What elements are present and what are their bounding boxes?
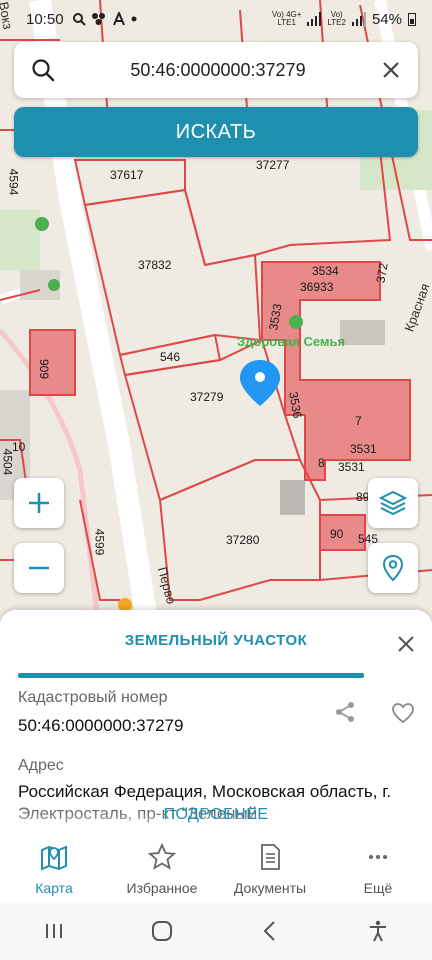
battery-level: 54%	[371, 10, 402, 28]
address-label: Адрес	[18, 757, 64, 774]
nav-label: Ещё	[363, 880, 393, 896]
parcel-label: 36933	[300, 280, 334, 294]
nav-label: Карта	[35, 880, 73, 896]
accessibility-button[interactable]	[358, 911, 398, 951]
back-button[interactable]	[250, 911, 290, 951]
parcel-label: 8	[318, 456, 325, 470]
poi-marker	[35, 217, 49, 231]
layers-button[interactable]	[368, 478, 418, 528]
search-bar	[14, 42, 418, 98]
my-location-button[interactable]	[368, 543, 418, 593]
minus-icon	[29, 566, 49, 570]
document-icon	[261, 844, 280, 870]
status-time: 10:50	[26, 10, 64, 28]
building	[280, 480, 305, 515]
clear-search-icon[interactable]	[380, 59, 402, 81]
parcel-label: 37279	[190, 390, 224, 404]
poi-marker	[48, 279, 60, 291]
system-navigation	[0, 902, 432, 960]
cadastral-number-value: 50:46:0000000:37279	[18, 716, 184, 735]
home-icon	[152, 921, 172, 941]
battery-icon	[408, 13, 416, 26]
home-button[interactable]	[142, 911, 182, 951]
star-icon	[147, 842, 177, 870]
zoom-in-button[interactable]	[14, 478, 64, 528]
more-details-link[interactable]: ПОДРОБНЕЕ	[0, 806, 432, 824]
location-icon	[382, 554, 404, 582]
red-building	[261, 261, 411, 481]
nav-item-favorites[interactable]: Избранное	[108, 842, 216, 902]
cadastral-number-label: Кадастровый номер	[18, 689, 168, 706]
status-right: Vo) 4G+ LTE1 Vo) LTE2 54%	[272, 11, 416, 28]
poi-label[interactable]: Здоровая Семья	[237, 334, 345, 349]
parcel-label: 4594	[6, 168, 21, 196]
parcel-info-sheet: ЗЕМЕЛЬНЫЙ УЧАСТОК Кадастровый номер 50:4…	[0, 610, 432, 842]
search-notification-icon	[72, 13, 86, 26]
building	[340, 320, 385, 345]
parcel-label: 7	[355, 414, 362, 428]
parcel-label: 4599	[92, 528, 107, 556]
search-input[interactable]	[56, 59, 380, 81]
nav-item-more[interactable]: Ещё	[324, 842, 432, 902]
search-button[interactable]: ИСКАТЬ	[14, 107, 418, 157]
parcel-label: 37832	[138, 258, 172, 272]
green-area	[0, 210, 40, 270]
layers-icon	[378, 490, 408, 516]
signal-icon-2	[351, 12, 366, 26]
back-icon	[263, 921, 275, 941]
bottom-navigation: Карта Избранное Документы Ещё	[0, 842, 432, 902]
parcel-label: 37617	[110, 168, 144, 182]
sheet-divider	[18, 673, 364, 678]
zoom-out-button[interactable]	[14, 543, 64, 593]
font-notification-icon	[112, 12, 125, 26]
sheet-title: ЗЕМЕЛЬНЫЙ УЧАСТОК	[124, 632, 308, 649]
dot-icon	[131, 16, 137, 22]
app-notification-icon	[91, 13, 105, 25]
parcel-label: 3531	[338, 460, 365, 474]
location-pin-icon[interactable]	[240, 360, 280, 406]
net1: Vo) 4G+ LTE1	[271, 10, 302, 27]
nav-item-documents[interactable]: Документы	[216, 842, 324, 902]
parcel-label: 10	[12, 440, 26, 454]
parcel-label: 909	[37, 358, 52, 380]
parcel-label: 90	[330, 527, 344, 541]
parcel-label: 3534	[312, 264, 339, 278]
nav-label: Избранное	[126, 880, 198, 896]
recent-apps-icon	[46, 924, 62, 938]
net2: Vo) LTE2	[327, 10, 346, 27]
status-bar: 10:50 Vo) 4G+ LTE1 Vo) LTE2 54%	[0, 0, 432, 38]
parcel-label: 37280	[226, 533, 260, 547]
parcel-label: 546	[160, 350, 181, 364]
nav-label: Документы	[233, 880, 307, 896]
plus-icon	[29, 493, 49, 513]
heart-icon[interactable]	[390, 700, 416, 726]
notification-icons	[72, 12, 137, 26]
map-icon	[41, 845, 67, 871]
parcel-label: 3531	[350, 442, 377, 456]
close-icon[interactable]	[394, 632, 418, 656]
parcel-label: 37277	[256, 158, 290, 172]
signal-icon	[307, 12, 322, 26]
accessibility-icon	[370, 920, 386, 942]
share-icon[interactable]	[333, 700, 357, 724]
search-icon	[32, 59, 55, 82]
nav-item-map[interactable]: Карта	[0, 842, 108, 902]
poi-marker	[289, 315, 303, 329]
recent-apps-button[interactable]	[34, 911, 74, 951]
more-icon	[369, 855, 387, 859]
